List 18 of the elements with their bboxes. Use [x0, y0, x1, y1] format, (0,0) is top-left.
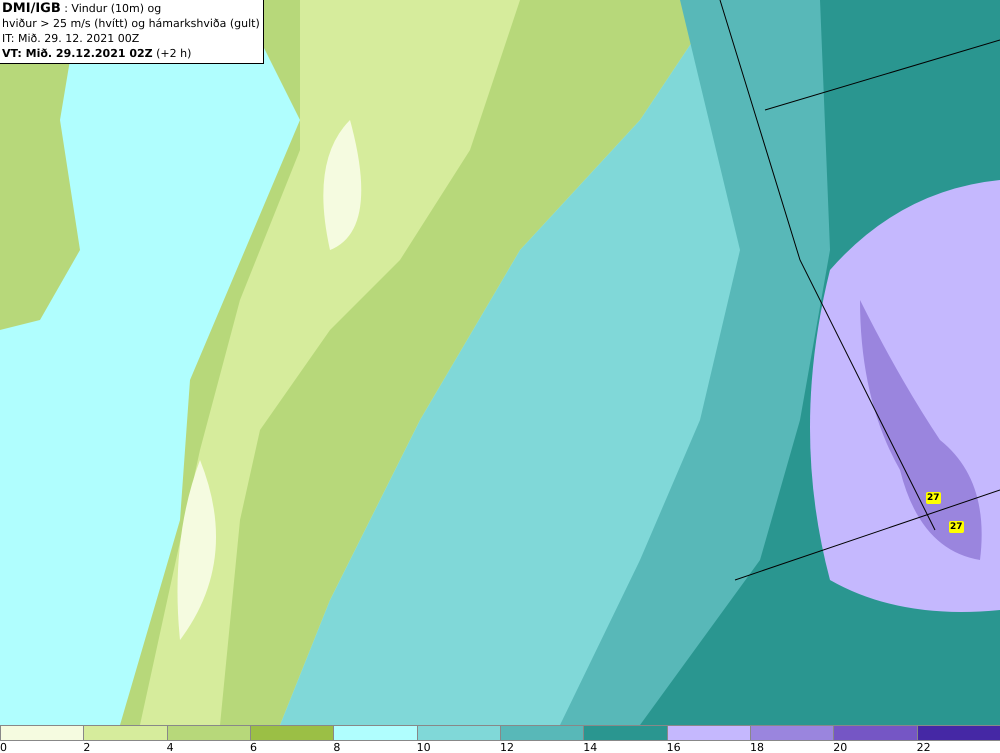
legend-label: 16 — [666, 741, 682, 753]
legend-label: 6 — [250, 741, 258, 753]
title-text: IT: Mið. 29. 12. 2021 00Z — [2, 31, 140, 46]
legend-label: 18 — [750, 741, 765, 753]
legend-label: 22 — [916, 741, 932, 753]
legend-label: 12 — [500, 741, 515, 753]
legend-label: 14 — [583, 741, 598, 753]
legend-label: 8 — [333, 741, 342, 753]
legend-label: 0 — [0, 741, 8, 753]
gust-label: 27 — [949, 521, 964, 533]
title-text: VT: Mið. 29.12.2021 02Z (+2 h) — [2, 46, 192, 61]
legend-label: 2 — [83, 741, 92, 753]
title-text: DMI/IGB : Vindur (10m) og — [2, 1, 162, 16]
legend-label: 10 — [416, 741, 432, 753]
title-text: hviður > 25 m/s (hvítt) og hámarkshviða (gult) — [2, 16, 260, 31]
gust-label: 27 — [926, 492, 941, 504]
legend-label: 20 — [833, 741, 848, 753]
legend-label: 4 — [166, 741, 175, 753]
